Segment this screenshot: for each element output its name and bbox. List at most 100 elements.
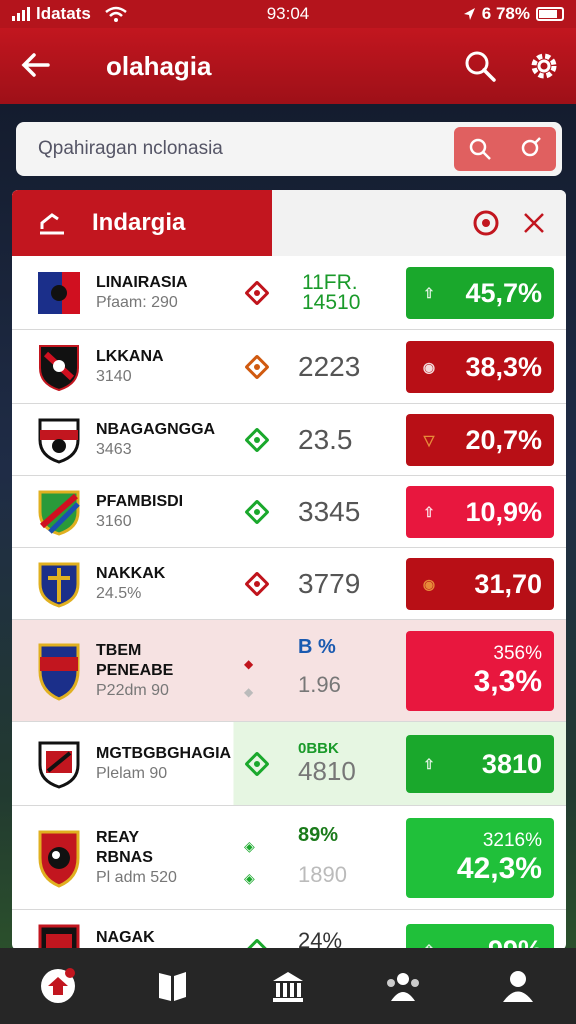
team-name: TBEM PENEABE — [96, 642, 174, 679]
search-actions — [454, 127, 556, 171]
team-name: NBAGAGNGGA — [96, 421, 216, 438]
percent-badge[interactable]: ◉ 31,70 — [406, 558, 554, 610]
tab-label: Indargia — [92, 209, 186, 236]
list-item[interactable]: NBAGAGNGGA 3463 23.5 ▽ 20,7% — [12, 404, 566, 476]
team-logo — [38, 741, 80, 789]
bottom-nav — [0, 948, 576, 1024]
team-logo — [38, 643, 80, 701]
home-icon — [40, 968, 75, 1003]
team-value-secondary: 1890 — [298, 862, 347, 887]
list-item[interactable]: PFAMBISDI 3160 3345 ⇧ 10,9% — [12, 476, 566, 548]
edit-chart-icon — [40, 213, 64, 235]
list-item[interactable]: NAGAK 24% ⇧ 99% — [12, 910, 566, 950]
team-subtitle: Pfaam: 290 — [96, 294, 178, 311]
list-item[interactable]: REAY RBNAS Pl adm 520 ◈ ◈ 89% 1890 3216% 4… — [12, 806, 566, 910]
trend-diamond-icon — [244, 751, 270, 777]
percent-value: 10,9% — [465, 496, 542, 527]
team-subtitle: P22dm 90 — [96, 682, 169, 699]
search-icon — [465, 51, 496, 82]
list-item[interactable]: LINAIRASIA Pfaam: 290 11FR. 14510 ⇧ 45,7% — [12, 256, 566, 330]
circle-icon: ◉ — [422, 575, 436, 592]
close-icon — [524, 213, 544, 233]
trend-diamond-icon — [244, 571, 270, 597]
team-subtitle: Plelam 90 — [96, 765, 168, 782]
team-name: PFAMBISDI — [96, 493, 184, 510]
nav-book[interactable] — [115, 969, 230, 1003]
mini-diamond-icons: ◆ ◆ — [244, 657, 254, 699]
team-name: LKKANA — [96, 348, 164, 365]
percent-subvalue: 3216% — [482, 830, 542, 851]
team-subtitle: 3463 — [96, 441, 132, 458]
trend-diamond-icon — [244, 354, 270, 380]
list-item-highlighted[interactable]: TBEM PENEABE P22dm 90 ◆ ◆ B % 1.96 356% 3,… — [12, 620, 566, 722]
book-icon — [158, 972, 186, 1001]
team-value: B % — [298, 636, 336, 658]
nav-bank[interactable] — [230, 969, 345, 1003]
percent-badge[interactable]: ⇧ 45,7% — [406, 267, 554, 319]
team-logo — [38, 924, 80, 950]
nav-profile[interactable] — [461, 969, 576, 1003]
team-value: 23.5 — [298, 424, 353, 455]
panel-header: Indargia — [12, 190, 566, 256]
back-button[interactable] — [0, 48, 70, 85]
gear-icon — [531, 53, 557, 79]
team-value-secondary: 1.96 — [298, 672, 341, 697]
search-input[interactable]: Qpahiragan nclonasia — [38, 138, 223, 160]
profile-icon — [503, 971, 534, 1002]
percent-value: 3,3% — [473, 665, 542, 698]
list-item[interactable]: MGTBGBGHAGIA Plelam 90 0BBK 4810 ⇧ 3810 — [12, 722, 566, 806]
team-value: 0BBK — [298, 740, 339, 757]
arrow-down-icon: ▽ — [423, 431, 435, 448]
team-name: MGTBGBGHAGIA — [96, 745, 232, 762]
ball-icon — [473, 210, 499, 236]
trend-diamond-icon — [244, 499, 270, 525]
community-icon — [387, 973, 420, 1001]
page-title: olahagia — [106, 50, 212, 81]
percent-badge[interactable]: ⇧ 99% — [406, 924, 554, 950]
trend-diamond-icon — [244, 427, 270, 453]
team-logo — [39, 345, 79, 392]
percent-value: 31,70 — [474, 568, 542, 599]
filter-search-icon[interactable] — [519, 137, 543, 161]
percent-value: 42,3% — [456, 852, 542, 885]
team-subtitle: 3160 — [96, 513, 132, 530]
percent-badge[interactable]: 356% 3,3% — [406, 631, 554, 711]
trend-diamond-icon — [244, 280, 270, 306]
percent-badge[interactable]: ⇧ 10,9% — [406, 486, 554, 538]
percent-badge[interactable]: ◉ 38,3% — [406, 341, 554, 393]
team-logo — [38, 830, 80, 888]
team-name: REAY RBNAS — [96, 829, 153, 866]
team-subtitle: Pl adm 520 — [96, 869, 177, 886]
team-value: 3779 — [298, 568, 361, 599]
team-logo — [38, 562, 80, 608]
close-button[interactable] — [510, 212, 558, 234]
app-bar: olahagia — [0, 28, 576, 104]
search-icon[interactable] — [468, 137, 492, 161]
arrow-up-icon: ⇧ — [423, 503, 435, 520]
team-subtitle: 3140 — [96, 368, 132, 385]
percent-badge[interactable]: ▽ 20,7% — [406, 414, 554, 466]
list-item[interactable]: LKKANA 3140 2223 ◉ 38,3% — [12, 330, 566, 404]
nav-community[interactable] — [346, 969, 461, 1003]
team-value: 24% — [298, 928, 343, 950]
percent-value: 3810 — [481, 748, 542, 779]
settings-button[interactable] — [512, 49, 576, 83]
search-bar[interactable]: Qpahiragan nclonasia — [16, 122, 562, 176]
badge-button[interactable] — [462, 210, 510, 236]
search-button[interactable] — [448, 50, 512, 82]
percent-badge[interactable]: 3216% 42,3% — [406, 818, 554, 898]
percent-value: 45,7% — [465, 277, 542, 308]
nav-home[interactable] — [0, 968, 115, 1004]
team-value: 2223 — [298, 351, 361, 382]
percent-badge[interactable]: ⇧ 3810 — [406, 735, 554, 793]
battery-icon — [536, 7, 564, 21]
team-value-secondary: 4810 — [298, 756, 356, 786]
tab-indargia[interactable]: Indargia — [12, 190, 272, 256]
list-item[interactable]: NAKKAK 24.5% 3779 ◉ 31,70 — [12, 548, 566, 620]
team-value: 89% — [298, 824, 339, 846]
percent-subvalue: 356% — [493, 643, 542, 664]
team-name: NAGAK — [96, 929, 155, 946]
team-logo — [38, 490, 80, 536]
arrow-up-icon: ⇧ — [423, 284, 435, 301]
percent-value: 20,7% — [465, 424, 542, 455]
